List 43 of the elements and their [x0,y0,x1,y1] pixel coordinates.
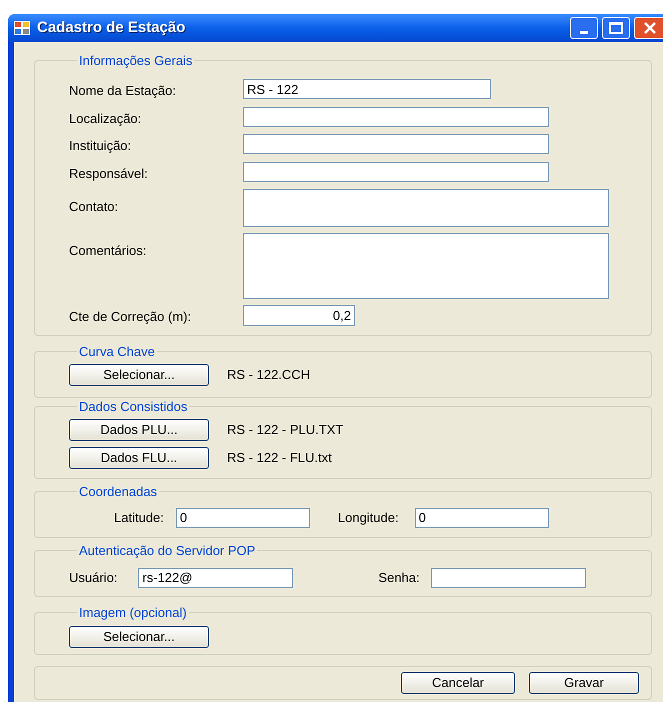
group-title: Informações Gerais [78,53,194,68]
close-button[interactable] [634,17,663,39]
maximize-button[interactable] [602,17,630,39]
input-field[interactable]: 0,2 [243,305,355,326]
group-title: Coordenadas [78,484,158,498]
input-field[interactable]: RS - 122 [243,79,491,99]
field-label: Responsável: [69,164,149,183]
input-field[interactable] [243,106,549,126]
field-label: Comentários: [69,242,148,260]
button[interactable]: Dados FLU... [69,446,209,468]
group-title: Imagem (opcional) [78,604,188,620]
field-label: Usuário: [69,568,118,587]
input-field[interactable] [430,568,586,588]
input-field[interactable]: 0 [176,508,310,528]
window-title: Cadastro de Estação [37,18,186,38]
button[interactable]: Cancelar [401,672,515,694]
button[interactable]: Gravar [529,672,639,694]
field-label: Cte de Correção (m): [69,308,192,326]
button[interactable]: Selecionar... [69,626,209,648]
button[interactable]: Dados PLU... [69,418,209,440]
close-icon [643,21,657,35]
field-label: Contato: [69,198,120,216]
file-name: RS - 122 - FLU.txt [227,448,332,467]
input-field[interactable]: 0 [414,508,549,528]
file-name: RS - 122 - PLU.TXT [227,420,344,439]
field-label: Latitude: [114,508,164,527]
input-field[interactable]: rs-122@ [138,568,294,588]
field-label: Senha: [378,568,420,587]
group-title: Dados Consistidos [78,398,188,414]
window-icon [14,21,30,35]
input-field[interactable] [243,233,609,299]
field-label: Nome da Estação: [69,82,177,100]
input-field[interactable] [243,134,549,154]
field-label: Localização: [69,110,142,128]
input-field[interactable] [243,162,549,182]
group-title: Autenticação do Servidor POP [78,542,256,558]
field-label: Longitude: [338,508,399,527]
field-label: Instituição: [69,137,132,155]
group-title: Curva Chave [78,344,156,358]
input-field[interactable] [243,189,609,227]
button[interactable]: Selecionar... [69,364,209,386]
file-name: RS - 122.CCH [227,366,310,384]
minimize-button[interactable] [570,17,598,39]
